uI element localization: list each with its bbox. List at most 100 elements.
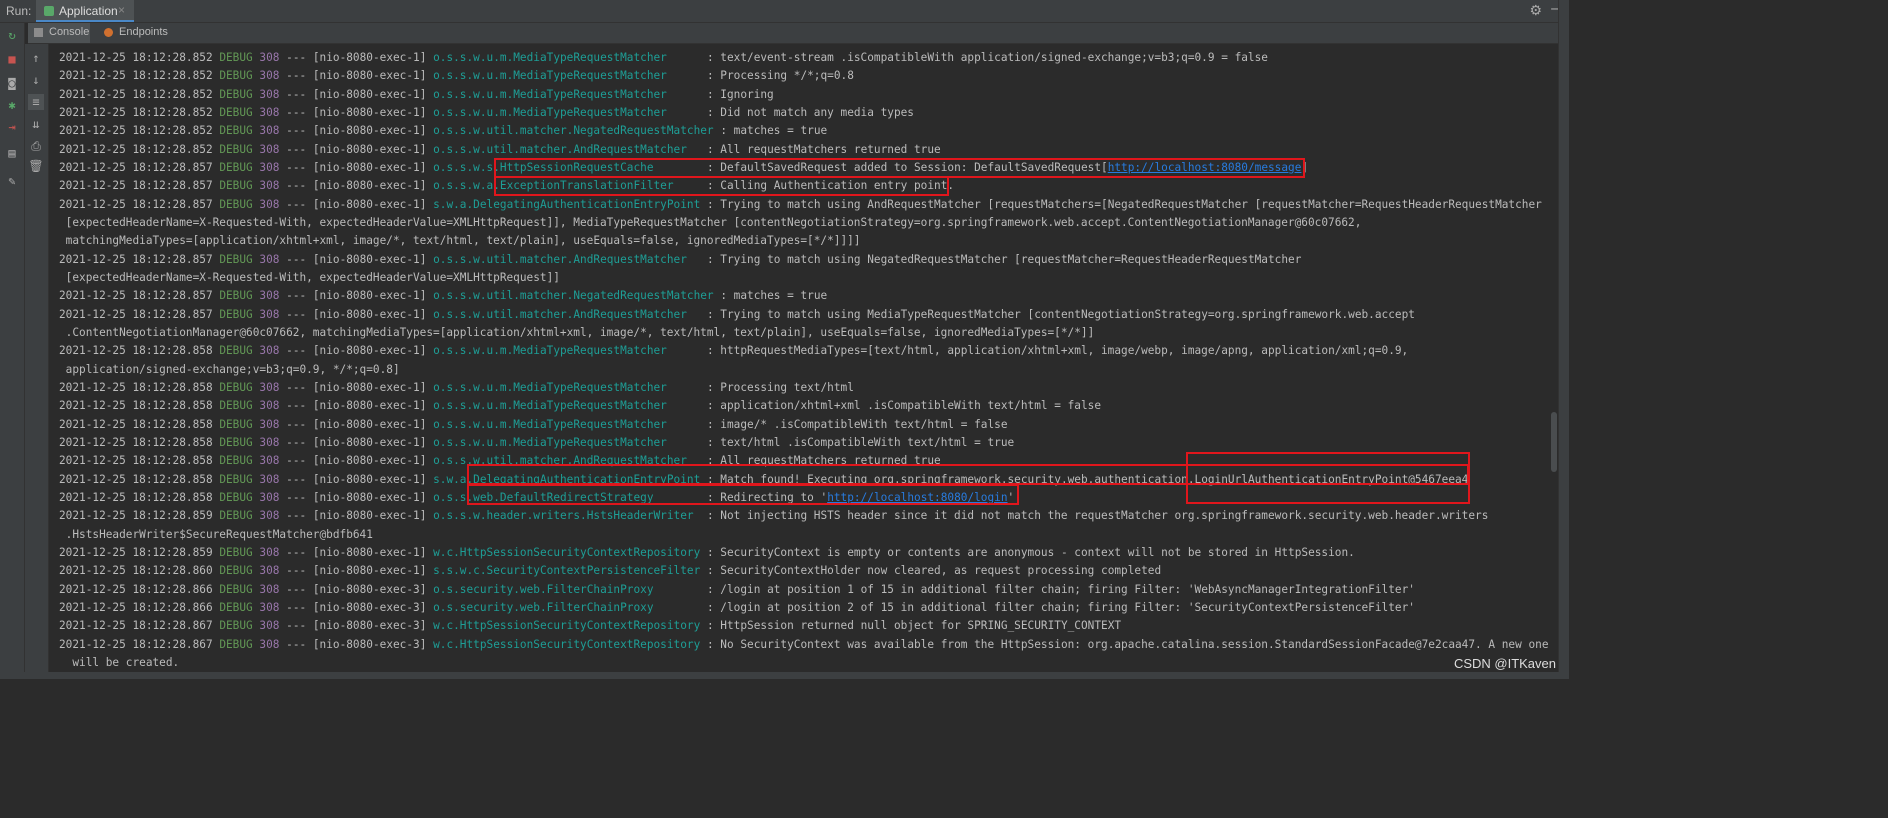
tab-application[interactable]: Application × xyxy=(36,0,134,22)
gear-icon[interactable]: ⚙ xyxy=(1529,2,1542,19)
console-side-toolbar: ↑ ↓ ≡ ⇊ ⎙ 🗑 xyxy=(25,44,49,679)
log-message: application/signed-exchange;v=b3;q=0.9, … xyxy=(59,362,400,376)
log-thread: --- [nio-8080-exec-1] xyxy=(286,179,427,193)
log-pid: 308 xyxy=(259,600,280,614)
log-level: DEBUG xyxy=(219,124,253,138)
log-timestamp: 2021-12-25 18:12:28.852 xyxy=(59,124,213,138)
log-logger: o.s.s.w.u.m.MediaTypeRequestMatcher xyxy=(433,435,667,449)
highlight-http-session-request-cache xyxy=(494,158,1305,178)
log-timestamp: 2021-12-25 18:12:28.858 xyxy=(59,344,213,358)
log-timestamp: 2021-12-25 18:12:28.866 xyxy=(59,600,213,614)
arrow-down-icon[interactable]: ↓ xyxy=(28,72,44,88)
status-bar xyxy=(0,672,1568,679)
log-level: DEBUG xyxy=(219,582,253,596)
log-message: : text/html .isCompatibleWith text/html … xyxy=(706,435,1015,449)
log-message: : application/xhtml+xml .isCompatibleWit… xyxy=(706,399,1101,413)
log-thread: --- [nio-8080-exec-3] xyxy=(286,637,427,651)
log-logger: s.w.a.DelegatingAuthenticationEntryPoint xyxy=(433,197,701,211)
log-level: DEBUG xyxy=(219,87,253,101)
log-thread: --- [nio-8080-exec-1] xyxy=(286,124,427,138)
log-pid: 308 xyxy=(259,69,280,83)
log-message: .HstsHeaderWriter$SecureRequestMatcher@b… xyxy=(59,527,373,541)
layout-icon[interactable]: ▤ xyxy=(4,145,20,161)
log-message: : /login at position 2 of 15 in addition… xyxy=(706,600,1415,614)
tab-endpoints[interactable]: Endpoints xyxy=(98,23,168,43)
close-icon[interactable]: × xyxy=(118,3,125,17)
log-line: 2021-12-25 18:12:28.867 DEBUG 308 --- [n… xyxy=(59,636,1549,654)
log-pid: 308 xyxy=(259,252,280,266)
log-pid: 308 xyxy=(259,197,280,211)
log-level: DEBUG xyxy=(219,564,253,578)
log-level: DEBUG xyxy=(219,160,253,174)
log-message: : Trying to match using MediaTypeRequest… xyxy=(706,307,1415,321)
log-thread: --- [nio-8080-exec-1] xyxy=(286,545,427,559)
log-message: : /login at position 1 of 15 in addition… xyxy=(706,582,1415,596)
log-pid: 308 xyxy=(259,105,280,119)
tab-console[interactable]: Console xyxy=(28,23,90,43)
log-pid: 308 xyxy=(259,399,280,413)
log-timestamp: 2021-12-25 18:12:28.860 xyxy=(59,564,213,578)
log-message: : Trying to match using NegatedRequestMa… xyxy=(706,252,1302,266)
log-pid: 308 xyxy=(259,124,280,138)
log-thread: --- [nio-8080-exec-1] xyxy=(286,344,427,358)
log-level: DEBUG xyxy=(219,142,253,156)
log-logger: o.s.s.w.u.m.MediaTypeRequestMatcher xyxy=(433,399,667,413)
log-pid: 308 xyxy=(259,380,280,394)
pin-icon[interactable]: ✎ xyxy=(4,173,20,189)
log-line: 2021-12-25 18:12:28.858 DEBUG 308 --- [n… xyxy=(59,379,854,397)
log-thread: --- [nio-8080-exec-1] xyxy=(286,435,427,449)
log-logger: w.c.HttpSessionSecurityContextRepository xyxy=(433,637,701,651)
log-level: DEBUG xyxy=(219,490,253,504)
log-pid: 308 xyxy=(259,307,280,321)
exit-icon[interactable]: ⇥ xyxy=(4,119,20,135)
log-logger: o.s.s.w.util.matcher.AndRequestMatcher xyxy=(433,307,687,321)
log-message: : All requestMatchers returned true xyxy=(706,142,941,156)
log-timestamp: 2021-12-25 18:12:28.859 xyxy=(59,509,213,523)
rerun-icon[interactable]: ↻ xyxy=(4,27,20,43)
log-line: 2021-12-25 18:12:28.857 DEBUG 308 --- [n… xyxy=(59,251,1301,269)
log-pid: 308 xyxy=(259,51,280,64)
print-icon[interactable]: ⎙ xyxy=(28,138,44,154)
log-message: .ContentNegotiationManager@60c07662, mat… xyxy=(59,325,1095,339)
log-line: 2021-12-25 18:12:28.857 DEBUG 308 --- [n… xyxy=(59,287,827,305)
camera-icon[interactable]: ◙ xyxy=(4,75,20,91)
log-line: 2021-12-25 18:12:28.852 DEBUG 308 --- [n… xyxy=(59,122,827,140)
log-level: DEBUG xyxy=(219,399,253,413)
log-pid: 308 xyxy=(259,490,280,504)
log-logger: w.c.HttpSessionSecurityContextRepository xyxy=(433,545,701,559)
debug-icon[interactable]: ✱ xyxy=(4,97,20,113)
spring-app-icon xyxy=(44,6,54,16)
log-timestamp: 2021-12-25 18:12:28.852 xyxy=(59,51,213,64)
trash-icon[interactable]: 🗑 xyxy=(28,158,44,174)
log-level: DEBUG xyxy=(219,472,253,486)
stop-icon[interactable]: ■ xyxy=(4,51,20,67)
log-line-continuation: application/signed-exchange;v=b3;q=0.9, … xyxy=(59,361,400,379)
console-output[interactable]: 2021-12-25 18:12:28.852 DEBUG 308 --- [n… xyxy=(49,44,1557,672)
log-message: : SecurityContextHolder now cleared, as … xyxy=(706,564,1162,578)
log-message: [expectedHeaderName=X-Requested-With, ex… xyxy=(59,215,1362,229)
log-level: DEBUG xyxy=(219,344,253,358)
log-line: 2021-12-25 18:12:28.858 DEBUG 308 --- [n… xyxy=(59,342,1408,360)
log-message: : Ignoring xyxy=(706,87,774,101)
log-thread: --- [nio-8080-exec-1] xyxy=(286,490,427,504)
log-pid: 308 xyxy=(259,179,280,193)
log-timestamp: 2021-12-25 18:12:28.867 xyxy=(59,619,213,633)
log-thread: --- [nio-8080-exec-1] xyxy=(286,69,427,83)
arrow-up-icon[interactable]: ↑ xyxy=(28,50,44,66)
log-timestamp: 2021-12-25 18:12:28.857 xyxy=(59,307,213,321)
log-logger: o.s.s.w.util.matcher.AndRequestMatcher xyxy=(433,252,687,266)
log-timestamp: 2021-12-25 18:12:28.858 xyxy=(59,454,213,468)
log-message: : Trying to match using AndRequestMatche… xyxy=(706,197,1542,211)
log-line-continuation: .ContentNegotiationManager@60c07662, mat… xyxy=(59,324,1095,342)
scroll-to-end-icon[interactable]: ⇊ xyxy=(28,116,44,132)
scrollbar-thumb[interactable] xyxy=(1551,412,1557,472)
log-message: : Not injecting HSTS header since it did… xyxy=(706,509,1489,523)
log-logger: o.s.s.w.u.m.MediaTypeRequestMatcher xyxy=(433,69,667,83)
log-line-continuation: will be created. xyxy=(59,654,179,672)
log-logger: o.s.s.w.util.matcher.NegatedRequestMatch… xyxy=(433,124,714,138)
log-line-continuation: [expectedHeaderName=X-Requested-With, ex… xyxy=(59,269,560,287)
log-level: DEBUG xyxy=(219,252,253,266)
log-thread: --- [nio-8080-exec-1] xyxy=(286,160,427,174)
soft-wrap-icon[interactable]: ≡ xyxy=(28,94,44,110)
log-thread: --- [nio-8080-exec-1] xyxy=(286,399,427,413)
